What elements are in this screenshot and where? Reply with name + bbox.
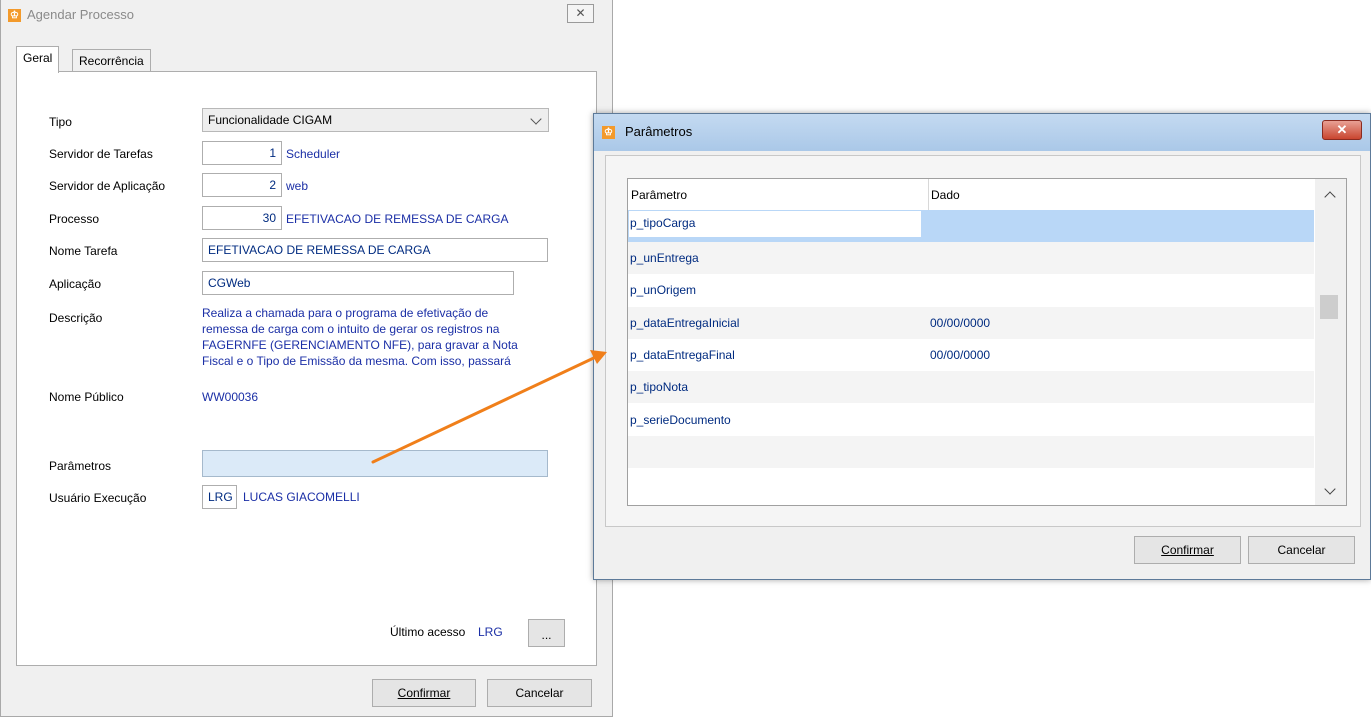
servidor-tarefas-input[interactable]: 1 [202, 141, 282, 165]
vertical-scrollbar[interactable] [1315, 179, 1346, 505]
nome-tarefa-input[interactable]: EFETIVACAO DE REMESSA DE CARGA [202, 238, 548, 262]
tab-geral[interactable]: Geral [16, 46, 60, 73]
parametros-window: ♔ Parâmetros ✕ Parâmetro Dado p_tipoCarg… [593, 113, 1371, 580]
processo-label: Processo [49, 212, 100, 226]
tab-panel-geral: Tipo Funcionalidade CIGAM Servidor de Ta… [16, 71, 597, 666]
aplicacao-input[interactable]: CGWeb [202, 271, 514, 295]
param-name: p_dataEntregaFinal [630, 348, 735, 362]
table-row[interactable]: p_unEntrega [628, 242, 1314, 274]
param-name: p_unOrigem [630, 283, 697, 297]
param-name: p_serieDocumento [630, 413, 731, 427]
param-value: 00/00/0000 [930, 316, 991, 330]
table-row[interactable]: p_serieDocumento [628, 404, 1314, 436]
ultimo-acesso-value: LRG [478, 625, 503, 639]
cancel-button[interactable]: Cancelar [487, 679, 592, 707]
servidor-aplicacao-name: web [286, 179, 309, 193]
close-button[interactable]: ✕ [567, 4, 594, 23]
confirm-button[interactable]: Confirmar [372, 679, 476, 707]
table-row[interactable]: p_dataEntregaInicial 00/00/0000 [628, 307, 1314, 339]
param-name: p_dataEntregaInicial [630, 316, 740, 330]
cancel-label: Cancelar [1277, 543, 1326, 557]
table-row[interactable]: p_tipoNota [628, 371, 1314, 403]
servidor-aplicacao-input[interactable]: 2 [202, 173, 282, 197]
ellipsis-button[interactable]: ... [528, 619, 565, 647]
confirm-label: Confirmar [1161, 543, 1214, 557]
cancel-button[interactable]: Cancelar [1248, 536, 1355, 564]
servidor-tarefas-name: Scheduler [286, 147, 341, 161]
descricao-line: remessa de carga com o intuito de gerar … [202, 322, 500, 336]
title-bar[interactable]: ♔ Parâmetros ✕ [594, 114, 1370, 151]
app-icon: ♔ [8, 9, 21, 22]
aplicacao-label: Aplicação [49, 277, 102, 291]
window-title: Agendar Processo [27, 7, 134, 22]
column-header-dado[interactable]: Dado [931, 188, 960, 202]
ultimo-acesso-label: Último acesso [390, 625, 466, 639]
confirm-label: Confirmar [397, 686, 451, 700]
grid-header: Parâmetro Dado [628, 179, 1314, 211]
servidor-tarefas-label: Servidor de Tarefas [49, 147, 153, 161]
descricao-label: Descrição [49, 311, 103, 325]
processo-input[interactable]: 30 [202, 206, 282, 230]
tipo-value: Funcionalidade CIGAM [208, 113, 333, 127]
scroll-up-icon[interactable] [1324, 191, 1336, 203]
parametros-input[interactable] [202, 450, 548, 477]
nome-publico-value: WW00036 [202, 390, 259, 404]
descricao-text: Realiza a chamada para o programa de efe… [202, 305, 552, 369]
app-icon: ♔ [602, 126, 615, 139]
servidor-aplicacao-label: Servidor de Aplicação [49, 179, 166, 193]
descricao-line: Realiza a chamada para o programa de efe… [202, 306, 489, 320]
tipo-label: Tipo [49, 115, 72, 129]
confirm-button[interactable]: Confirmar [1134, 536, 1241, 564]
title-bar[interactable]: ♔ Agendar Processo ✕ [1, 0, 612, 30]
descricao-line: Fiscal e o Tipo de Emissão da mesma. Com… [202, 354, 511, 368]
table-row[interactable]: p_unOrigem [628, 274, 1314, 306]
close-button[interactable]: ✕ [1322, 120, 1362, 140]
nome-tarefa-label: Nome Tarefa [49, 244, 118, 258]
nome-publico-label: Nome Público [49, 390, 124, 404]
scroll-thumb[interactable] [1320, 295, 1338, 319]
agendar-processo-window: ♔ Agendar Processo ✕ Geral Recorrência T… [0, 0, 613, 717]
tab-recorrencia[interactable]: Recorrência [72, 49, 151, 72]
table-row[interactable]: p_tipoCarga [628, 210, 1314, 242]
param-name: p_tipoNota [630, 380, 689, 394]
cancel-label: Cancelar [515, 686, 564, 700]
column-separator [928, 179, 929, 210]
param-value: 00/00/0000 [930, 348, 991, 362]
table-row[interactable]: p_dataEntregaFinal 00/00/0000 [628, 339, 1314, 371]
param-name: p_tipoCarga [630, 216, 696, 230]
table-row-empty [628, 436, 1314, 468]
chevron-down-icon [530, 113, 542, 125]
usuario-execucao-label: Usuário Execução [49, 491, 147, 505]
scroll-down-icon[interactable] [1324, 483, 1336, 495]
column-header-parametro[interactable]: Parâmetro [631, 188, 687, 202]
tipo-select[interactable]: Funcionalidade CIGAM [202, 108, 549, 132]
descricao-line: FAGERNFE (GERENCIAMENTO NFE), para grava… [202, 338, 518, 352]
parametros-label: Parâmetros [49, 459, 112, 473]
usuario-name: LUCAS GIACOMELLI [243, 490, 360, 504]
param-name: p_unEntrega [630, 251, 699, 265]
params-grid[interactable]: Parâmetro Dado p_tipoCarga p_unEntrega p… [627, 178, 1347, 506]
usuario-code-input[interactable]: LRG [202, 485, 237, 509]
processo-name: EFETIVACAO DE REMESSA DE CARGA [286, 212, 509, 226]
window-title: Parâmetros [625, 124, 693, 139]
